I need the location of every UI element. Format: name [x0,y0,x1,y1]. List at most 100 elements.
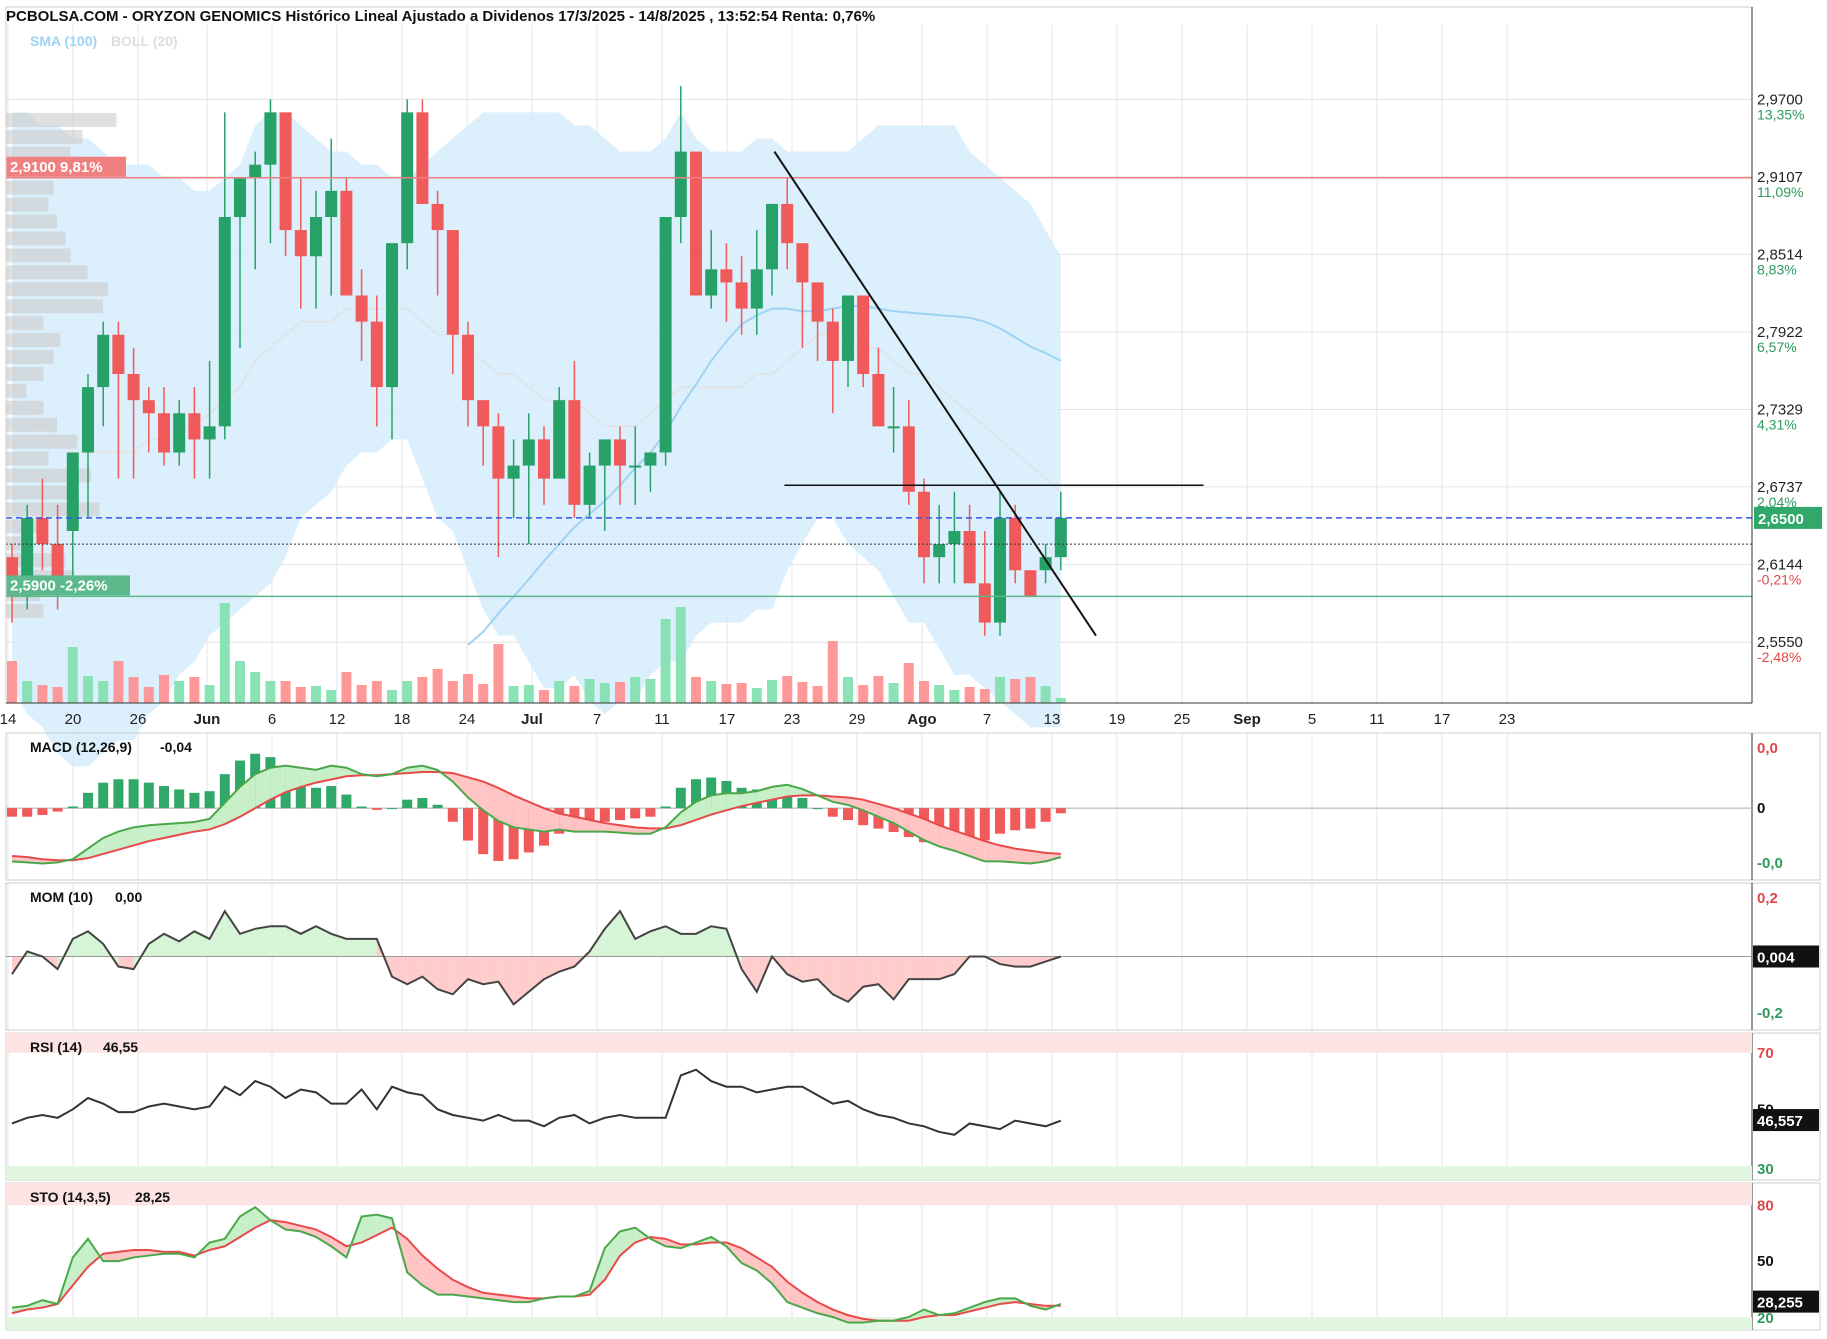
candle-body [279,112,292,231]
y-tick-pct: 11,09% [1757,184,1803,200]
candle-body [492,426,505,479]
volume-bar [1025,677,1036,703]
volume-bar [402,681,413,703]
momentum-fill [361,938,377,957]
momentum-fill [255,926,271,957]
candle-body [1024,570,1037,597]
volume-bar [52,687,63,703]
candle-body [203,426,216,440]
macd-histogram-bar [979,808,990,841]
macd-histogram-bar [660,806,671,809]
macd-histogram-bar [447,808,458,822]
macd-histogram-bar [1040,808,1051,822]
volume-bar [554,681,565,703]
macd-histogram-bar [432,804,443,809]
momentum-fill [224,911,240,957]
x-tick-label: 26 [130,711,147,728]
x-tick-label: 18 [394,711,411,728]
volume-bar [751,688,762,703]
volume-bar [280,681,291,703]
momentum-y-tick: 0,004 [1757,950,1795,967]
macd-histogram-bar [843,808,853,821]
volume-profile-bar [6,197,49,212]
macd-histogram-bar [645,808,656,817]
volume-bar [706,681,717,703]
x-tick-label: Sep [1233,711,1261,728]
rsi-overbought-zone [6,1033,1752,1053]
momentum-fill [817,956,833,995]
candle-body [674,151,687,217]
volume-profile-bar [6,231,66,246]
macd-histogram-bar [417,797,428,809]
macd-histogram-bar [812,808,823,810]
volume-profile-bar [6,180,54,195]
x-tick-label: 14 [0,711,16,728]
volume-profile-bar [6,265,88,280]
candle-body [234,177,246,217]
x-tick-label: 29 [849,711,866,728]
candle-body [431,203,444,231]
candle-body [963,531,976,584]
x-tick-label: Ago [907,711,936,728]
support-label: 2,5900 -2,26% [10,577,108,594]
x-tick-label: 6 [268,711,276,728]
x-tick-label: 23 [1499,711,1516,728]
y-tick-pct: 6,57% [1757,339,1797,355]
momentum-fill [924,956,940,980]
y-tick-pct: 13,35% [1757,106,1804,122]
chart-canvas: 2,9100 9,81% 2,5900 -2,26% 2,6500 14 20 26 Ju… [0,6,1822,1331]
volume-bar [523,685,534,703]
rsi-value: 46,55 [103,1039,138,1055]
rsi-line [11,1068,1062,1136]
candle-body [826,321,839,361]
volume-profile-bar [6,367,44,381]
candle-body [173,413,186,453]
sto-k-line [11,1205,1062,1324]
macd-histogram-bar [52,808,63,812]
macd-histogram-bar [22,808,33,817]
volume-bar [675,607,686,703]
volume-bar [189,677,200,703]
x-tick-label: 17 [719,711,736,728]
macd-histogram-bar [98,782,109,809]
volume-bar [250,672,261,703]
macd-histogram-bar [371,808,382,810]
x-tick-label: Jul [521,711,543,728]
candle-body [112,334,125,374]
candle-body [310,217,322,257]
sto-y-tick: 80 [1757,1197,1774,1214]
volume-bar [660,619,671,703]
momentum-fill [498,956,514,1005]
mom-value: 0,00 [115,889,142,905]
volume-bar [311,686,321,703]
momentum-fill [1015,956,1031,967]
sto-y-tick: 20 [1757,1310,1774,1327]
mom-label: MOM (10) [30,889,93,905]
candle-body [522,439,535,466]
rsi-label: RSI (14) [30,1039,82,1055]
momentum-fill [270,926,286,957]
macd-histogram-bar [341,794,352,809]
candle-body [264,112,277,165]
volume-bar [584,679,595,703]
macd-histogram-bar [463,808,473,841]
candle-body [887,426,900,429]
y-tick-pct: 8,83% [1757,261,1797,277]
volume-bar [721,684,732,703]
candle-body [994,517,1006,623]
panel-frame [5,1032,1821,1181]
candle-body [82,387,94,453]
volume-profile-bar [6,417,57,432]
volume-profile-bar [6,316,44,331]
volume-bar [83,676,93,703]
macd-histogram-bar [797,797,808,809]
legend-boll[interactable]: BOLL (20) [111,33,178,49]
volume-profile-bar [6,502,100,517]
candle-body [294,230,307,257]
legend-sma[interactable]: SMA (100) [30,33,97,49]
volume-bar [432,669,443,703]
chart-title: PCBOLSA.COM - ORYZON GENOMICS Histórico … [6,8,875,25]
candle-body [1054,517,1067,558]
volume-profile-bar [6,434,78,449]
candle-body [158,413,170,453]
